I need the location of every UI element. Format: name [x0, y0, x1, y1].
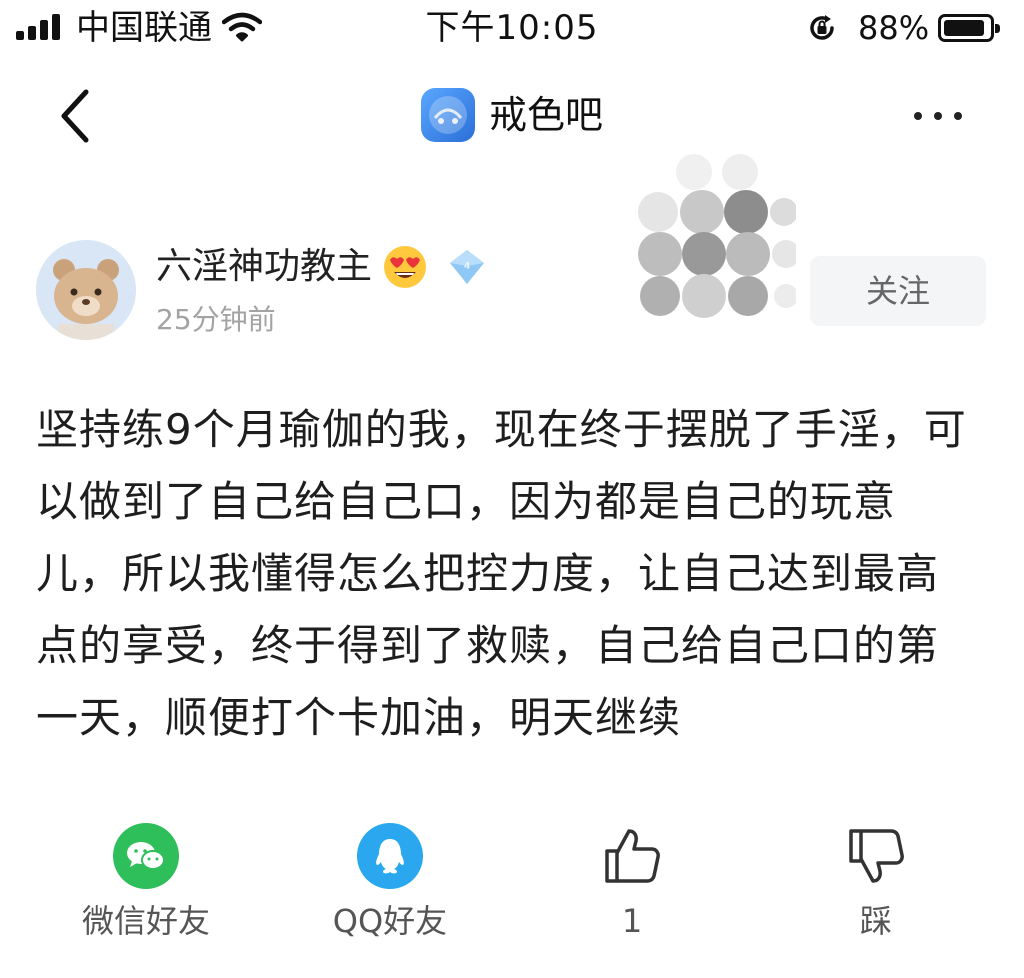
svg-text:4: 4 [464, 261, 470, 272]
avatar[interactable] [36, 240, 136, 340]
thumbs-down-icon [849, 829, 904, 883]
wechat-label: 微信好友 [81, 902, 210, 940]
like-count: 1 [621, 902, 643, 940]
forum-header[interactable]: 戒色吧 [0, 88, 1024, 142]
rotation-lock-icon [810, 15, 834, 40]
post-content: 坚持练9个月瑜伽的我，现在终于摆脱了手淫，可以做到了自己给自己口，因为都是自己的… [36, 405, 967, 742]
thumbs-up-icon [605, 829, 660, 883]
wechat-icon [113, 823, 179, 889]
follow-button[interactable]: 关注 [810, 256, 986, 326]
heart-eyes-emoji-icon [384, 246, 427, 288]
status-bar: 中国联通 下午10:05 88% [0, 0, 1024, 62]
forum-name: 戒色吧 [488, 93, 603, 137]
share-wechat-button[interactable]: 微信好友 [66, 820, 226, 950]
censor-mosaic [636, 150, 796, 326]
qq-label: QQ好友 [332, 902, 448, 940]
more-dots-icon[interactable] [914, 112, 962, 120]
battery-icon [938, 14, 1000, 42]
dislike-button[interactable]: 踩 [796, 820, 956, 950]
dislike-label: 踩 [859, 902, 892, 940]
qq-icon [357, 823, 423, 889]
share-qq-button[interactable]: QQ好友 [310, 820, 470, 950]
battery-percent: 88% [858, 9, 930, 47]
diamond-badge-icon: 4 [450, 250, 485, 284]
author-name[interactable]: 六淫神功教主 [156, 242, 372, 292]
post-time: 25分钟前 [156, 303, 276, 336]
author-name-row: 六淫神功教主 4 [156, 242, 488, 292]
like-button[interactable]: 1 [552, 820, 712, 950]
forum-logo-icon [420, 88, 475, 142]
